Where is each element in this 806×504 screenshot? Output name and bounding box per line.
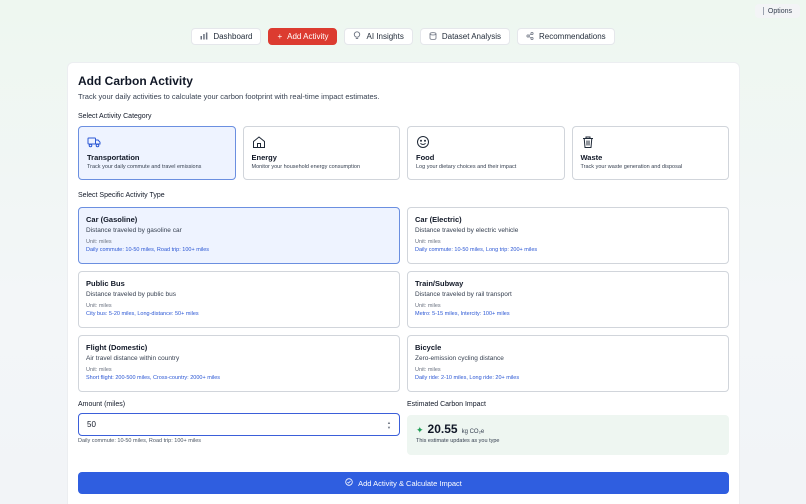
activity-flight-domestic[interactable]: Flight (Domestic) Air travel distance wi… — [78, 335, 400, 392]
category-transportation[interactable]: Transportation Track your daily commute … — [78, 126, 236, 180]
activity-title: Train/Subway — [415, 279, 464, 288]
tab-recommendations[interactable]: Recommendations — [516, 28, 615, 45]
activity-unit: Unit: miles — [86, 303, 112, 309]
category-energy[interactable]: Energy Monitor your household energy con… — [242, 126, 400, 180]
bar-chart-icon — [200, 32, 208, 42]
activity-desc: Distance traveled by rail transport — [415, 291, 512, 298]
impact-note: This estimate updates as you type — [416, 438, 500, 444]
activity-title: Car (Gasoline) — [86, 215, 138, 224]
amount-label: Amount (miles) — [78, 401, 126, 408]
add-activity-card: Add Carbon Activity Track your daily act… — [67, 62, 740, 504]
truck-icon — [87, 137, 101, 148]
tab-ai-insights[interactable]: AI Insights — [344, 28, 413, 45]
category-list: Transportation Track your daily commute … — [78, 126, 729, 180]
activity-desc: Distance traveled by electric vehicle — [415, 227, 519, 234]
activity-unit: Unit: miles — [415, 367, 441, 373]
impact-value-row: ✦ 20.55 kg CO₂e — [416, 422, 720, 436]
activity-example: Short flight: 200-500 miles, Cross-count… — [86, 375, 221, 381]
activity-unit: Unit: miles — [415, 239, 441, 245]
add-activity-submit-button[interactable]: Add Activity & Calculate Impact — [78, 472, 729, 494]
category-title: Transportation — [87, 153, 140, 162]
activity-example: Metro: 5-15 miles, Intercity: 100+ miles — [415, 311, 510, 317]
category-title: Waste — [580, 153, 603, 162]
submit-label: Add Activity & Calculate Impact — [358, 478, 462, 488]
category-section-label: Select Activity Category — [78, 113, 152, 120]
impact-value: 20.55 — [427, 422, 458, 436]
home-icon — [252, 136, 265, 148]
amount-hint: Daily commute: 10-50 miles, Road trip: 1… — [78, 438, 202, 444]
sparkle-icon: ✦ — [416, 425, 424, 435]
activity-example: City bus: 5-20 miles, Long-distance: 50+… — [86, 311, 199, 317]
activity-title: Bicycle — [415, 343, 442, 352]
activity-desc: Distance traveled by gasoline car — [86, 227, 182, 234]
tab-dataset-analysis[interactable]: Dataset Analysis — [419, 28, 510, 45]
divider — [762, 7, 764, 15]
amount-input[interactable]: 50 ▲ ▼ — [78, 413, 400, 436]
activity-train-subway[interactable]: Train/Subway Distance traveled by rail t… — [407, 271, 729, 328]
lightbulb-icon — [353, 31, 361, 42]
activity-public-bus[interactable]: Public Bus Distance traveled by public b… — [78, 271, 400, 328]
page-title: Add Carbon Activity — [78, 74, 193, 88]
activity-unit: Unit: miles — [86, 239, 112, 245]
activity-desc: Distance traveled by public bus — [86, 291, 176, 298]
activity-list: Car (Gasoline) Distance traveled by gaso… — [78, 207, 729, 392]
category-desc: Track your waste generation and disposal — [580, 164, 683, 170]
category-desc: Monitor your household energy consumptio… — [251, 164, 361, 170]
category-title: Energy — [251, 153, 277, 162]
page-subtitle: Track your daily activities to calculate… — [78, 92, 380, 101]
trash-icon — [582, 136, 593, 148]
amount-stepper[interactable]: ▲ ▼ — [387, 420, 391, 430]
activity-unit: Unit: miles — [415, 303, 441, 309]
share-icon — [526, 31, 534, 42]
activity-title: Public Bus — [86, 279, 125, 288]
activity-bicycle[interactable]: Bicycle Zero-emission cycling distance U… — [407, 335, 729, 392]
activity-example: Daily commute: 10-50 miles, Long trip: 2… — [415, 247, 538, 253]
activity-title: Flight (Domestic) — [86, 343, 148, 352]
tab-add-activity[interactable]: + Add Activity — [268, 28, 338, 45]
activity-title: Car (Electric) — [415, 215, 462, 224]
database-icon — [429, 31, 437, 42]
activity-car-gasoline[interactable]: Car (Gasoline) Distance traveled by gaso… — [78, 207, 400, 264]
options-label: Options — [767, 7, 792, 15]
category-food[interactable]: Food Log your dietary choices and their … — [407, 126, 565, 180]
category-title: Food — [416, 153, 435, 162]
impact-box: ✦ 20.55 kg CO₂e This estimate updates as… — [407, 415, 729, 455]
activity-section-label: Select Specific Activity Type — [78, 192, 165, 199]
plus-icon: + — [277, 31, 283, 41]
activity-example: Daily ride: 2-10 miles, Long ride: 20+ m… — [415, 375, 520, 381]
impact-label: Estimated Carbon Impact — [407, 401, 486, 408]
top-nav: Dashboard + Add Activity AI Insights Dat… — [0, 28, 806, 45]
impact-unit: kg CO₂e — [461, 429, 485, 435]
activity-example: Daily commute: 10-50 miles, Road trip: 1… — [86, 247, 210, 253]
activity-desc: Air travel distance within country — [86, 355, 180, 362]
smile-icon — [417, 136, 429, 148]
stepper-down-icon[interactable]: ▼ — [387, 425, 391, 430]
amount-value: 50 — [87, 420, 96, 429]
options-button[interactable]: Options — [754, 4, 800, 18]
category-desc: Log your dietary choices and their impac… — [416, 164, 517, 170]
category-waste[interactable]: Waste Track your waste generation and di… — [571, 126, 729, 180]
activity-desc: Zero-emission cycling distance — [415, 355, 504, 362]
check-circle-icon — [345, 478, 353, 488]
activity-car-electric[interactable]: Car (Electric) Distance traveled by elec… — [407, 207, 729, 264]
category-desc: Track your daily commute and travel emis… — [87, 164, 202, 170]
tab-dashboard[interactable]: Dashboard — [191, 28, 262, 45]
activity-unit: Unit: miles — [86, 367, 112, 373]
